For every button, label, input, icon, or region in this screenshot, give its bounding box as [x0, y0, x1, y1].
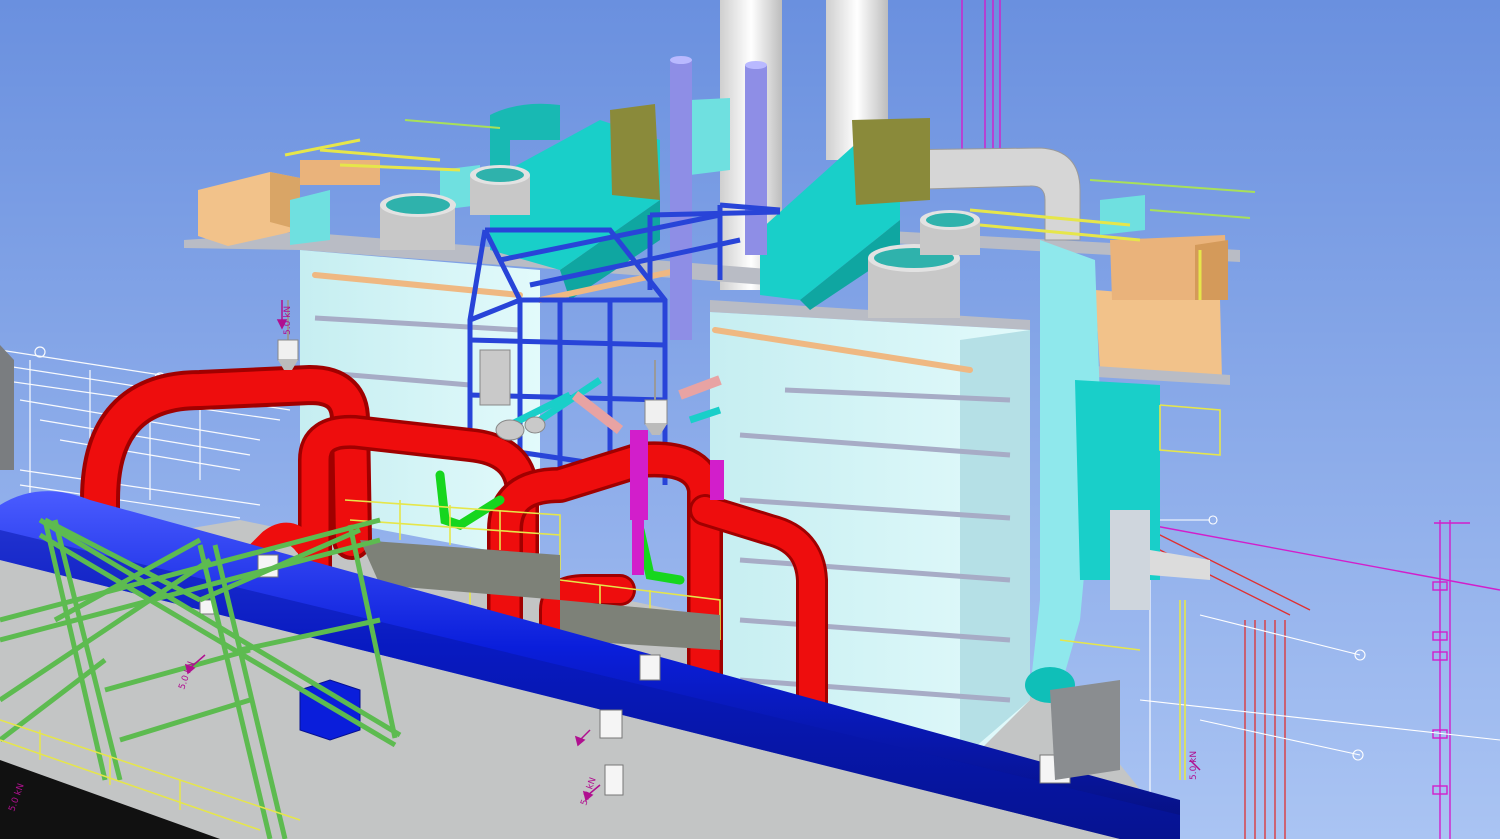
- pipe-support-icon: [599, 709, 623, 739]
- plant-3d-model[interactable]: 5.0 kN 5.0 kN 5.0 kN 5.0 kN 5.0 kN: [0, 0, 1500, 839]
- lavender-pipe-2-top: [745, 61, 767, 69]
- duct-transition-right: [852, 118, 930, 205]
- building-left-dark: [0, 345, 14, 470]
- load-label-small-right: 5.0 kN: [1189, 751, 1199, 780]
- duct-transition-left: [610, 104, 660, 200]
- tan-equipment-right: [1095, 235, 1228, 380]
- load-label-small-left: 5.0 kN: [283, 306, 293, 335]
- lavender-pipe-2: [745, 65, 767, 255]
- pipe-support-icon: [604, 764, 624, 796]
- ground-equipment-right: [1050, 680, 1120, 780]
- 3d-model-viewport[interactable]: 5.0 kN 5.0 kN 5.0 kN 5.0 kN 5.0 kN: [0, 0, 1500, 839]
- pipe-support-icon: [639, 654, 661, 681]
- lavender-pipe-1: [670, 60, 692, 340]
- lavender-pipe-1-top: [670, 56, 692, 64]
